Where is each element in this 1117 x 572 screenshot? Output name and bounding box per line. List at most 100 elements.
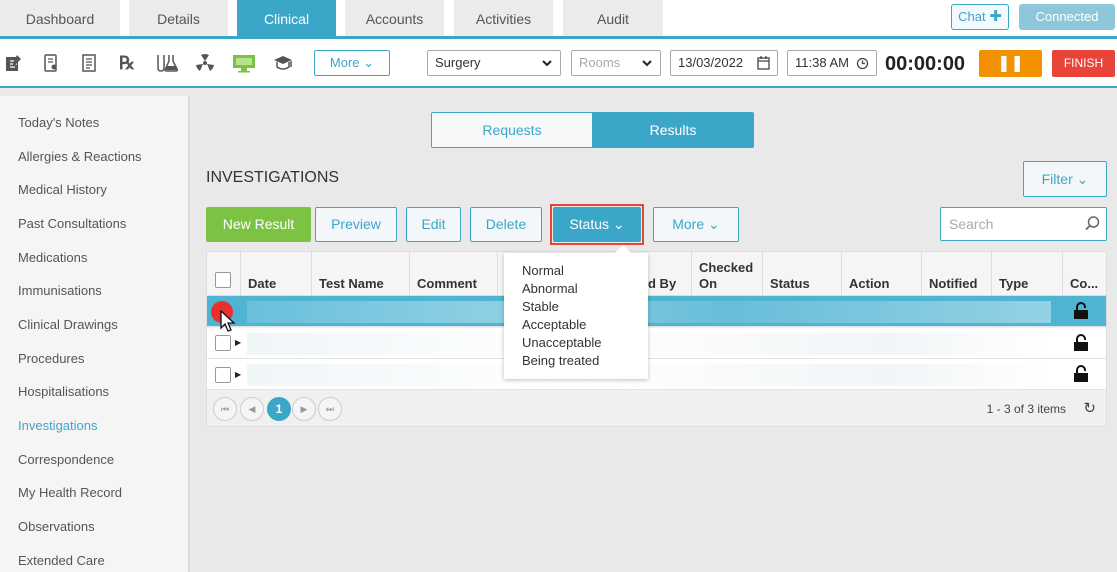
results-table: Date Test Name Comment d By Checked On S… (206, 251, 1107, 427)
column-confidential[interactable]: Co... (1062, 252, 1106, 296)
dropdown-caret (615, 245, 631, 253)
first-page-icon[interactable]: ⏮ (213, 397, 237, 421)
surgery-select[interactable]: Surgery (427, 50, 561, 76)
connected-button[interactable]: Connected (1019, 4, 1115, 30)
more-actions-label: More (672, 216, 705, 232)
tab-activities[interactable]: Activities (454, 0, 553, 38)
status-option-abnormal[interactable]: Abnormal (522, 281, 578, 296)
chevron-down-icon (541, 51, 553, 83)
sidebar-item-procedures[interactable]: Procedures (18, 351, 84, 366)
table-row[interactable]: ▶ (207, 328, 1106, 359)
page-title: INVESTIGATIONS (206, 169, 340, 186)
rooms-select[interactable]: Rooms (571, 50, 661, 76)
tab-dashboard[interactable]: Dashboard (0, 0, 120, 38)
sidebar-item-my-health-record[interactable]: My Health Record (18, 485, 122, 500)
expand-row-icon[interactable]: ▶ (235, 338, 241, 347)
edit-button[interactable]: Edit (406, 207, 461, 242)
sidebar-item-correspondence[interactable]: Correspondence (18, 452, 114, 467)
column-type[interactable]: Type (991, 252, 1062, 296)
status-option-acceptable[interactable]: Acceptable (522, 317, 586, 332)
date-field[interactable]: 13/03/2022 (670, 50, 778, 76)
status-option-unacceptable[interactable]: Unacceptable (522, 335, 602, 350)
toolbar-more-button[interactable]: More ⌄ (314, 50, 390, 76)
sidebar-item-investigations[interactable]: Investigations (18, 418, 98, 433)
column-notified[interactable]: Notified (921, 252, 991, 296)
pause-button[interactable]: ❚❚ (979, 50, 1042, 77)
table-row[interactable]: ▶ (207, 359, 1106, 390)
refresh-icon[interactable]: ↻ (1083, 399, 1096, 417)
column-checked-on[interactable]: Checked On (691, 252, 763, 296)
clock-icon[interactable] (856, 51, 869, 83)
sidebar-item-todays-notes[interactable]: Today's Notes (18, 115, 99, 130)
column-date[interactable]: Date (240, 252, 312, 296)
notes-icon[interactable] (2, 53, 24, 75)
education-icon[interactable] (272, 53, 294, 75)
top-nav: Dashboard Details Clinical Accounts Acti… (0, 0, 1117, 39)
chat-label: Chat (958, 9, 986, 24)
last-page-icon[interactable]: ⏭ (318, 397, 342, 421)
monitor-icon[interactable] (232, 53, 255, 75)
row-checkbox[interactable] (215, 367, 231, 383)
delete-button[interactable]: Delete (470, 207, 542, 242)
rx-icon[interactable]: ℞ (116, 53, 138, 75)
sidebar: Today's Notes Allergies & Reactions Medi… (0, 96, 190, 572)
status-dropdown-menu: Normal Abnormal Stable Acceptable Unacce… (504, 245, 648, 379)
redacted-row-content (247, 301, 1051, 323)
tab-results[interactable]: Results (592, 112, 754, 148)
column-comment[interactable]: Comment (409, 252, 497, 296)
sidebar-item-medical-history[interactable]: Medical History (18, 182, 107, 197)
radiation-icon[interactable] (194, 53, 216, 75)
tab-audit[interactable]: Audit (563, 0, 663, 38)
lock-icon[interactable] (1073, 365, 1089, 383)
sidebar-item-medications[interactable]: Medications (18, 250, 87, 265)
column-action[interactable]: Action (841, 252, 921, 296)
sidebar-item-clinical-drawings[interactable]: Clinical Drawings (18, 317, 118, 332)
toolbar: ℞ More ⌄ Surgery Rooms 13/03/2022 11:38 … (0, 39, 1117, 86)
page-number-current[interactable]: 1 (267, 397, 291, 421)
status-option-being-treated[interactable]: Being treated (522, 353, 599, 368)
lock-icon[interactable] (1073, 302, 1089, 320)
sidebar-item-hospitalisations[interactable]: Hospitalisations (18, 384, 109, 399)
search-icon[interactable] (1085, 208, 1100, 252)
select-all-checkbox[interactable] (215, 272, 231, 288)
sidebar-item-observations[interactable]: Observations (18, 519, 95, 534)
chevron-down-icon: ⌄ (363, 55, 375, 70)
table-row[interactable] (207, 296, 1106, 327)
time-field[interactable]: 11:38 AM (787, 50, 877, 76)
chevron-down-icon: ⌄ (708, 216, 720, 232)
expand-row-icon[interactable]: ▶ (235, 370, 241, 379)
sidebar-item-allergies[interactable]: Allergies & Reactions (18, 149, 142, 164)
next-page-icon[interactable]: ▶ (292, 397, 316, 421)
tab-requests[interactable]: Requests (431, 112, 593, 148)
lab-flask-icon[interactable] (155, 53, 179, 75)
rooms-placeholder: Rooms (579, 55, 621, 70)
more-actions-button[interactable]: More ⌄ (653, 207, 739, 242)
sidebar-item-extended-care[interactable]: Extended Care (18, 553, 105, 568)
chat-button[interactable]: Chat ✚ (951, 4, 1009, 30)
status-option-stable[interactable]: Stable (522, 299, 559, 314)
tab-clinical[interactable]: Clinical (237, 0, 336, 38)
finish-button[interactable]: FINISH (1052, 50, 1115, 77)
column-test-name[interactable]: Test Name (311, 252, 409, 296)
plus-icon: ✚ (989, 8, 1002, 25)
form-icon[interactable] (78, 53, 100, 75)
tab-accounts[interactable]: Accounts (345, 0, 444, 38)
prev-page-icon[interactable]: ◀ (240, 397, 264, 421)
lock-icon[interactable] (1073, 334, 1089, 352)
filter-button[interactable]: Filter ⌄ (1023, 161, 1107, 197)
row-checkbox[interactable] (215, 335, 231, 351)
column-status[interactable]: Status (762, 252, 842, 296)
items-count: 1 - 3 of 3 items (986, 402, 1066, 416)
status-option-normal[interactable]: Normal (522, 263, 564, 278)
sidebar-item-immunisations[interactable]: Immunisations (18, 283, 102, 298)
tab-details[interactable]: Details (129, 0, 228, 38)
new-result-button[interactable]: New Result (206, 207, 311, 242)
search-placeholder: Search (949, 216, 994, 232)
search-input[interactable]: Search (940, 207, 1107, 241)
sidebar-item-past-consultations[interactable]: Past Consultations (18, 216, 126, 231)
preview-button[interactable]: Preview (315, 207, 397, 242)
prescription-pad-icon[interactable] (40, 53, 62, 75)
calendar-icon[interactable] (757, 51, 770, 83)
toolbar-underline (0, 86, 1117, 88)
consultation-timer: 00:00:00 (885, 53, 966, 75)
